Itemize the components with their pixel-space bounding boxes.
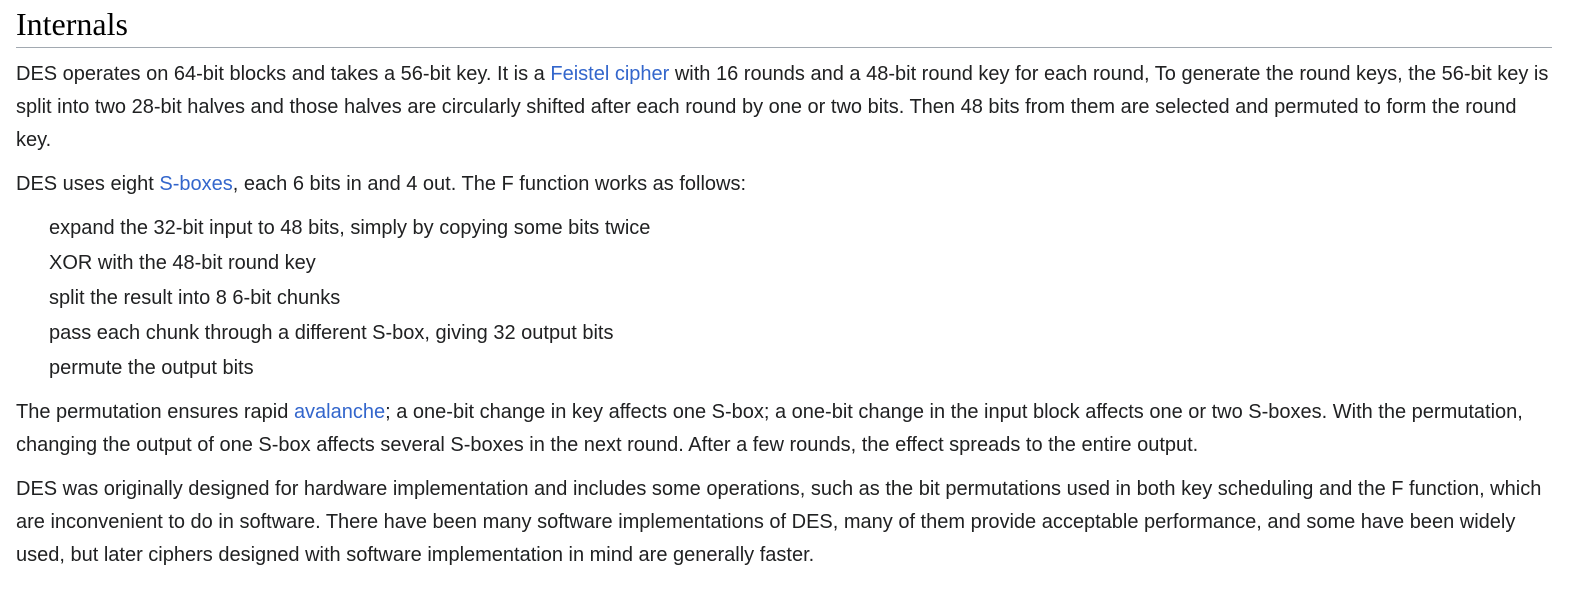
s-boxes-link[interactable]: S-boxes (159, 173, 232, 195)
list-item: split the result into 8 6-bit chunks (49, 287, 341, 309)
list-item: pass each chunk through a different S-bo… (49, 322, 614, 344)
paragraph-text: , each 6 bits in and 4 out. The F functi… (232, 173, 747, 195)
list-item: expand the 32-bit input to 48 bits, simp… (49, 217, 651, 239)
paragraph-text: DES uses eight (16, 173, 160, 195)
paragraph-block-structure: DES operates on 64-bit blocks and takes … (16, 58, 1552, 157)
paragraph-sboxes: DES uses eight S-boxes, each 6 bits in a… (16, 168, 1552, 201)
list-item: permute the output bits (49, 357, 254, 379)
paragraph-text: DES operates on 64-bit blocks and takes … (16, 63, 551, 85)
section-heading: Internals (16, 0, 1552, 48)
f-function-steps: expand the 32-bit input to 48 bits, simp… (16, 211, 1552, 386)
avalanche-link[interactable]: avalanche (294, 401, 385, 423)
feistel-cipher-link[interactable]: Feistel cipher (550, 63, 669, 85)
list-item: XOR with the 48-bit round key (49, 252, 316, 274)
article-section: Internals DES operates on 64-bit blocks … (16, 0, 1552, 572)
paragraph-text: The permutation ensures rapid (16, 401, 294, 423)
paragraph-implementation: DES was originally designed for hardware… (16, 478, 1542, 566)
paragraph-permutation: The permutation ensures rapid avalanche;… (16, 396, 1552, 462)
